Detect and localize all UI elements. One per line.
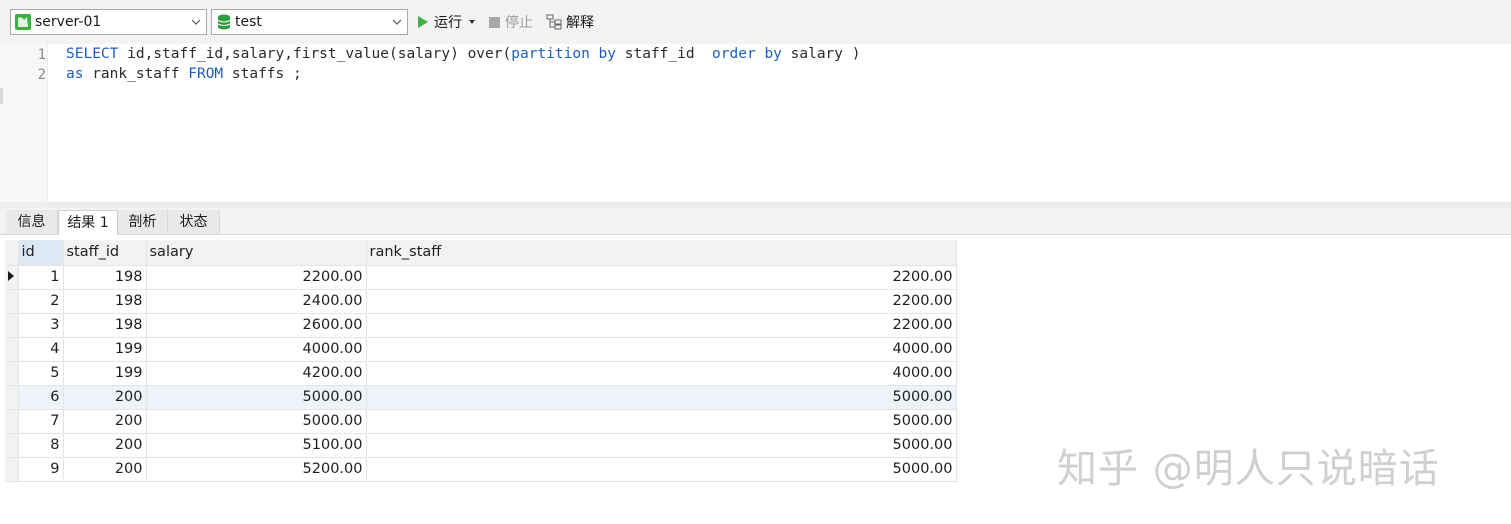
- cell-staff-id[interactable]: 199: [63, 361, 147, 386]
- tab-status[interactable]: 状态: [168, 210, 220, 234]
- connection-select[interactable]: server-01: [10, 9, 207, 35]
- cell-staff-id[interactable]: 200: [63, 409, 147, 434]
- cell-salary[interactable]: 4200.00: [146, 361, 367, 386]
- database-select[interactable]: test: [211, 9, 408, 35]
- cell-salary[interactable]: 5100.00: [146, 433, 367, 458]
- cell-id[interactable]: 8: [18, 433, 64, 458]
- cell-rank-staff[interactable]: 2200.00: [366, 265, 957, 290]
- table-row[interactable]: 3 198 2600.00 2200.00: [5, 313, 957, 338]
- column-header-salary[interactable]: salary: [146, 240, 367, 266]
- cell-rank-staff[interactable]: 4000.00: [366, 337, 957, 362]
- explain-button[interactable]: 解释: [546, 12, 594, 32]
- cell-salary[interactable]: 4000.00: [146, 337, 367, 362]
- cell-staff-id[interactable]: 200: [63, 433, 147, 458]
- cell-rank-staff[interactable]: 5000.00: [366, 385, 957, 410]
- row-indicator-header: [5, 240, 19, 266]
- row-indicator: [5, 409, 19, 434]
- row-indicator: [5, 433, 19, 458]
- caret-down-icon[interactable]: [468, 18, 476, 26]
- row-indicator: [5, 337, 19, 362]
- cell-id[interactable]: 3: [18, 313, 64, 338]
- cell-staff-id[interactable]: 199: [63, 337, 147, 362]
- column-header-staff-id[interactable]: staff_id: [63, 240, 147, 266]
- code-line-2[interactable]: as rank_staff FROM staffs ;: [66, 66, 302, 82]
- line-number: 1: [37, 47, 46, 63]
- watermark: 知乎 @明人只说暗话: [1057, 446, 1440, 492]
- grid-header-row: id staff_id salary rank_staff: [5, 240, 957, 266]
- table-row[interactable]: 5 199 4200.00 4000.00: [5, 361, 957, 386]
- stop-label: 停止: [505, 15, 533, 31]
- database-icon: [217, 14, 231, 30]
- cell-salary[interactable]: 5200.00: [146, 457, 367, 482]
- cell-staff-id[interactable]: 200: [63, 457, 147, 482]
- table-row[interactable]: 9 200 5200.00 5000.00: [5, 457, 957, 482]
- row-indicator: [5, 385, 19, 410]
- stop-icon: [489, 16, 500, 28]
- column-header-id[interactable]: id: [18, 240, 64, 266]
- column-header-rank-staff[interactable]: rank_staff: [366, 240, 957, 266]
- result-grid[interactable]: id staff_id salary rank_staff 1 198 2200…: [5, 240, 957, 482]
- cell-id[interactable]: 6: [18, 385, 64, 410]
- line-number: 2: [37, 67, 46, 83]
- sql-editor[interactable]: 1 2 SELECT id,staff_id,salary,first_valu…: [0, 44, 1511, 202]
- cell-rank-staff[interactable]: 2200.00: [366, 313, 957, 338]
- cell-rank-staff[interactable]: 4000.00: [366, 361, 957, 386]
- tab-profile[interactable]: 剖析: [118, 210, 168, 234]
- table-row[interactable]: 1 198 2200.00 2200.00: [5, 265, 957, 290]
- row-indicator: [5, 313, 19, 338]
- cell-staff-id[interactable]: 198: [63, 289, 147, 314]
- cell-rank-staff[interactable]: 5000.00: [366, 433, 957, 458]
- row-indicator: [5, 265, 19, 290]
- cell-salary[interactable]: 2400.00: [146, 289, 367, 314]
- cell-id[interactable]: 7: [18, 409, 64, 434]
- cell-rank-staff[interactable]: 5000.00: [366, 409, 957, 434]
- cell-salary[interactable]: 5000.00: [146, 385, 367, 410]
- explain-icon: [546, 14, 562, 30]
- cell-salary[interactable]: 2200.00: [146, 265, 367, 290]
- cell-id[interactable]: 2: [18, 289, 64, 314]
- cell-id[interactable]: 9: [18, 457, 64, 482]
- tab-result-1[interactable]: 结果 1: [58, 210, 118, 235]
- cell-salary[interactable]: 5000.00: [146, 409, 367, 434]
- result-tabs: 信息 结果 1 剖析 状态: [0, 208, 1511, 235]
- connection-value: server-01: [35, 14, 102, 30]
- cell-rank-staff[interactable]: 2200.00: [366, 289, 957, 314]
- cell-salary[interactable]: 2600.00: [146, 313, 367, 338]
- tab-info[interactable]: 信息: [6, 210, 58, 234]
- table-row[interactable]: 2 198 2400.00 2200.00: [5, 289, 957, 314]
- gutter-marker: [0, 88, 3, 104]
- cell-id[interactable]: 5: [18, 361, 64, 386]
- cell-staff-id[interactable]: 198: [63, 313, 147, 338]
- table-row[interactable]: 4 199 4000.00 4000.00: [5, 337, 957, 362]
- table-row[interactable]: 8 200 5100.00 5000.00: [5, 433, 957, 458]
- table-row[interactable]: 6 200 5000.00 5000.00: [5, 385, 957, 410]
- cell-id[interactable]: 1: [18, 265, 64, 290]
- chevron-down-icon[interactable]: [391, 16, 403, 28]
- run-label: 运行: [434, 15, 462, 31]
- line-number-gutter: 1 2: [0, 44, 48, 202]
- play-icon: [418, 16, 428, 28]
- row-indicator: [5, 289, 19, 314]
- database-value: test: [235, 14, 262, 30]
- row-indicator: [5, 457, 19, 482]
- cell-rank-staff[interactable]: 5000.00: [366, 457, 957, 482]
- stop-button[interactable]: 停止: [489, 12, 533, 32]
- explain-label: 解释: [566, 15, 594, 31]
- row-indicator: [5, 361, 19, 386]
- table-row[interactable]: 7 200 5000.00 5000.00: [5, 409, 957, 434]
- cell-staff-id[interactable]: 200: [63, 385, 147, 410]
- cell-staff-id[interactable]: 198: [63, 265, 147, 290]
- row-pointer-icon: [8, 271, 15, 281]
- toolbar: server-01 test 运行 停止 解释: [0, 0, 1511, 44]
- run-button[interactable]: 运行: [417, 12, 476, 32]
- cell-id[interactable]: 4: [18, 337, 64, 362]
- connection-icon: [15, 14, 31, 30]
- code-line-1[interactable]: SELECT id,staff_id,salary,first_value(sa…: [66, 46, 860, 62]
- chevron-down-icon[interactable]: [190, 16, 202, 28]
